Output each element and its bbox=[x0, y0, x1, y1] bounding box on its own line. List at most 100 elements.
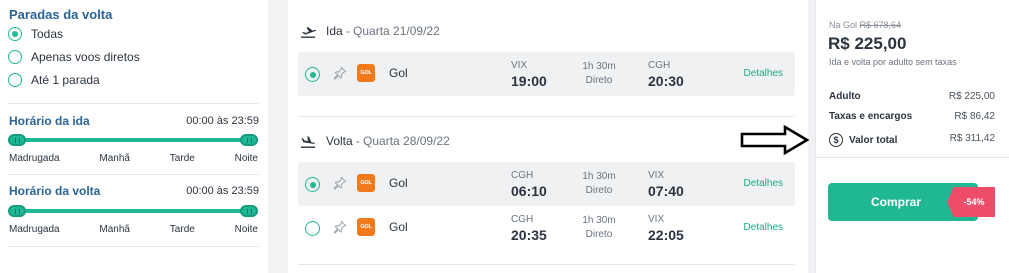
return-time-value: 00:00 às 23:59 bbox=[186, 185, 259, 197]
total-label: Valor total bbox=[849, 134, 898, 146]
arrival-time: 20:30 bbox=[648, 73, 684, 89]
dollar-circle-icon: $ bbox=[829, 133, 843, 147]
duration: 1h 30m bbox=[582, 61, 616, 72]
flight-duration-info: 1h 30m Direto bbox=[569, 60, 629, 88]
airline-name: Gol bbox=[389, 220, 408, 234]
tick-label: Manhã bbox=[99, 224, 130, 235]
outbound-label: Ida bbox=[326, 24, 343, 38]
pin-icon[interactable] bbox=[333, 66, 347, 80]
arrival: VIX 07:40 bbox=[648, 170, 708, 200]
outbound-header: Ida - Quarta 21/09/22 bbox=[300, 24, 440, 38]
stops: Direto bbox=[585, 75, 613, 86]
arrival-airport: VIX bbox=[648, 170, 665, 181]
adult-line: Adulto R$ 225,00 bbox=[829, 91, 995, 102]
outbound-time-value: 00:00 às 23:59 bbox=[186, 115, 259, 127]
fees-value: R$ 86,42 bbox=[954, 111, 995, 122]
radio-selected-icon[interactable] bbox=[305, 177, 320, 192]
arrival: CGH 20:30 bbox=[648, 60, 708, 90]
arrival-airport: CGH bbox=[648, 60, 671, 71]
airline-name: Gol bbox=[389, 66, 408, 80]
duration: 1h 30m bbox=[582, 171, 616, 182]
tick-label: Madrugada bbox=[9, 224, 60, 235]
flight-duration-info: 1h 30m Direto bbox=[569, 170, 629, 198]
arrival-airport: VIX bbox=[648, 214, 665, 225]
flight-option-row[interactable]: GOL Gol VIX 19:00 1h 30m Direto CGH 20:3… bbox=[298, 52, 795, 96]
outbound-slider-end-handle[interactable] bbox=[240, 134, 258, 146]
tick-label: Tarde bbox=[169, 153, 195, 164]
arrival-time: 07:40 bbox=[648, 183, 684, 199]
details-link[interactable]: Detalhes bbox=[744, 178, 783, 189]
radio-selected-icon[interactable] bbox=[305, 67, 320, 82]
return-header: Volta - Quarta 28/09/22 bbox=[300, 134, 450, 148]
gol-logo: GOL bbox=[357, 64, 375, 82]
departure: CGH 20:35 bbox=[511, 214, 571, 244]
fees-line: Taxas e encargos R$ 86,42 bbox=[829, 111, 995, 122]
divider bbox=[298, 264, 795, 265]
return-date: - Quarta 28/09/22 bbox=[355, 134, 450, 148]
original-price-label: Na Gol bbox=[829, 20, 858, 30]
departure-time: 06:10 bbox=[511, 183, 547, 199]
radio-empty-icon[interactable] bbox=[8, 73, 22, 87]
pin-icon[interactable] bbox=[333, 220, 347, 234]
outbound-time-title: Horário da ida bbox=[9, 114, 90, 128]
discount-badge: -54% bbox=[947, 187, 995, 217]
flight-option-row[interactable]: GOL Gol CGH 20:35 1h 30m Direto VIX 22:0… bbox=[298, 206, 795, 250]
duration: 1h 30m bbox=[582, 215, 616, 226]
annotation-arrow-icon bbox=[740, 124, 810, 156]
departure-time: 19:00 bbox=[511, 73, 547, 89]
departure-time: 20:35 bbox=[511, 227, 547, 243]
outbound-date: - Quarta 21/09/22 bbox=[345, 24, 440, 38]
divider bbox=[816, 157, 1009, 158]
fees-label: Taxas e encargos bbox=[829, 111, 913, 122]
gol-logo: GOL bbox=[357, 218, 375, 236]
return-time-title: Horário da volta bbox=[9, 184, 101, 198]
outbound-time-ticks: Madrugada Manhã Tarde Noite bbox=[9, 153, 258, 164]
stops-option-one-stop[interactable]: Até 1 parada bbox=[8, 71, 100, 89]
return-time-slider-track[interactable] bbox=[15, 209, 248, 213]
total-value: R$ 311,42 bbox=[949, 133, 995, 144]
radio-empty-icon[interactable] bbox=[305, 221, 320, 236]
stops-option-direct[interactable]: Apenas voos diretos bbox=[8, 48, 140, 66]
outbound-time-slider-track[interactable] bbox=[15, 138, 248, 142]
flight-duration-info: 1h 30m Direto bbox=[569, 214, 629, 242]
airline-name: Gol bbox=[389, 176, 408, 190]
adult-label: Adulto bbox=[829, 91, 861, 102]
stops: Direto bbox=[585, 185, 613, 196]
stops-option-all[interactable]: Todas bbox=[8, 25, 63, 43]
total-label-wrap: $ Valor total bbox=[829, 133, 897, 147]
details-link[interactable]: Detalhes bbox=[744, 222, 783, 233]
flight-card: Ida - Quarta 21/09/22 GOL Gol VIX 19:00 … bbox=[288, 0, 808, 273]
divider bbox=[8, 174, 259, 175]
tick-label: Tarde bbox=[169, 224, 195, 235]
total-line: $ Valor total R$ 311,42 bbox=[829, 133, 995, 147]
pin-icon[interactable] bbox=[333, 176, 347, 190]
return-slider-end-handle[interactable] bbox=[240, 205, 258, 217]
radio-selected-icon[interactable] bbox=[8, 27, 22, 41]
departure: VIX 19:00 bbox=[511, 60, 571, 90]
tick-label: Manhã bbox=[99, 153, 130, 164]
stops-option-label: Apenas voos diretos bbox=[31, 50, 140, 64]
divider bbox=[298, 116, 795, 117]
stops: Direto bbox=[585, 229, 613, 240]
adult-value: R$ 225,00 bbox=[948, 91, 995, 102]
details-link[interactable]: Detalhes bbox=[744, 68, 783, 79]
divider bbox=[8, 246, 259, 247]
arrival: VIX 22:05 bbox=[648, 214, 708, 244]
divider bbox=[8, 103, 259, 104]
stops-option-label: Até 1 parada bbox=[31, 73, 100, 87]
stops-option-label: Todas bbox=[31, 27, 64, 41]
price-panel: Na Gol R$ 678,64 R$ 225,00 Ida e volta p… bbox=[815, 0, 1009, 273]
radio-empty-icon[interactable] bbox=[8, 50, 22, 64]
departure-airport: CGH bbox=[511, 214, 534, 225]
tick-label: Noite bbox=[234, 224, 258, 235]
flight-option-row[interactable]: GOL Gol CGH 06:10 1h 30m Direto VIX 07:4… bbox=[298, 162, 795, 206]
outbound-slider-start-handle[interactable] bbox=[8, 134, 26, 146]
return-label: Volta bbox=[326, 134, 353, 148]
plane-takeoff-icon bbox=[301, 26, 317, 38]
original-price: Na Gol R$ 678,64 bbox=[829, 20, 901, 30]
gol-logo: GOL bbox=[357, 174, 375, 192]
price-value: R$ 225,00 bbox=[828, 34, 907, 53]
return-slider-start-handle[interactable] bbox=[8, 205, 26, 217]
stops-filter-title: Paradas da volta bbox=[9, 7, 113, 22]
arrival-time: 22:05 bbox=[648, 227, 684, 243]
